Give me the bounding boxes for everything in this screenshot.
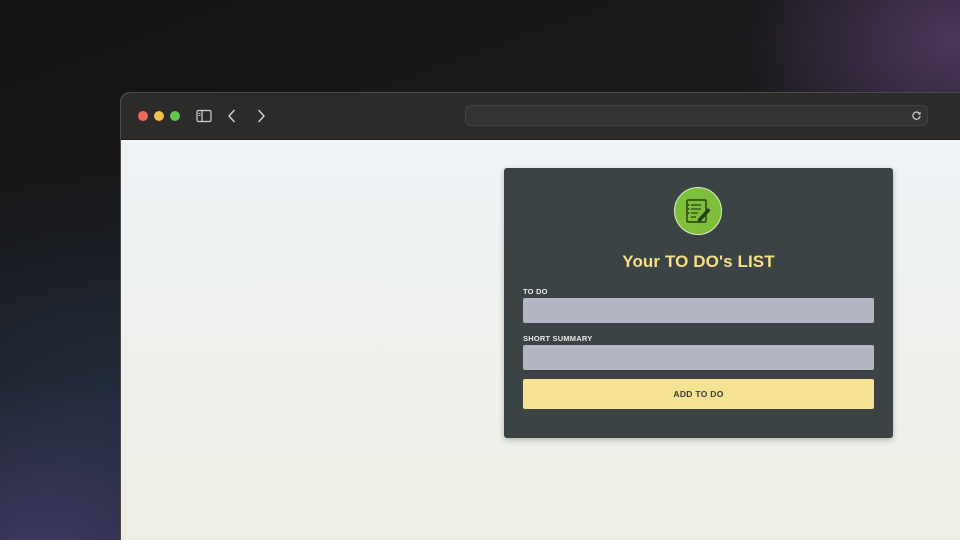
minimize-window-button[interactable] <box>154 111 164 121</box>
chevron-right-icon[interactable] <box>254 107 268 125</box>
page-viewport: Your TO DO's LIST TO DO SHORT SUMMARY AD… <box>121 140 960 540</box>
sidebar-icon[interactable] <box>196 107 212 125</box>
close-window-button[interactable] <box>138 111 148 121</box>
notepad-pencil-icon <box>674 187 722 235</box>
todo-field-label: TO DO <box>523 287 548 296</box>
summary-field-label: SHORT SUMMARY <box>523 334 593 343</box>
browser-toolbar <box>121 93 960 140</box>
reload-icon[interactable] <box>911 110 922 121</box>
address-bar[interactable] <box>465 105 928 126</box>
browser-window: Your TO DO's LIST TO DO SHORT SUMMARY AD… <box>120 92 960 540</box>
chevron-left-icon[interactable] <box>225 107 239 125</box>
todo-form-card: Your TO DO's LIST TO DO SHORT SUMMARY AD… <box>504 168 893 438</box>
desktop-background: Your TO DO's LIST TO DO SHORT SUMMARY AD… <box>0 0 960 540</box>
todo-input[interactable] <box>523 298 874 323</box>
add-todo-button[interactable]: ADD TO DO <box>523 379 874 409</box>
page-title: Your TO DO's LIST <box>622 252 775 271</box>
summary-input[interactable] <box>523 345 874 370</box>
maximize-window-button[interactable] <box>170 111 180 121</box>
